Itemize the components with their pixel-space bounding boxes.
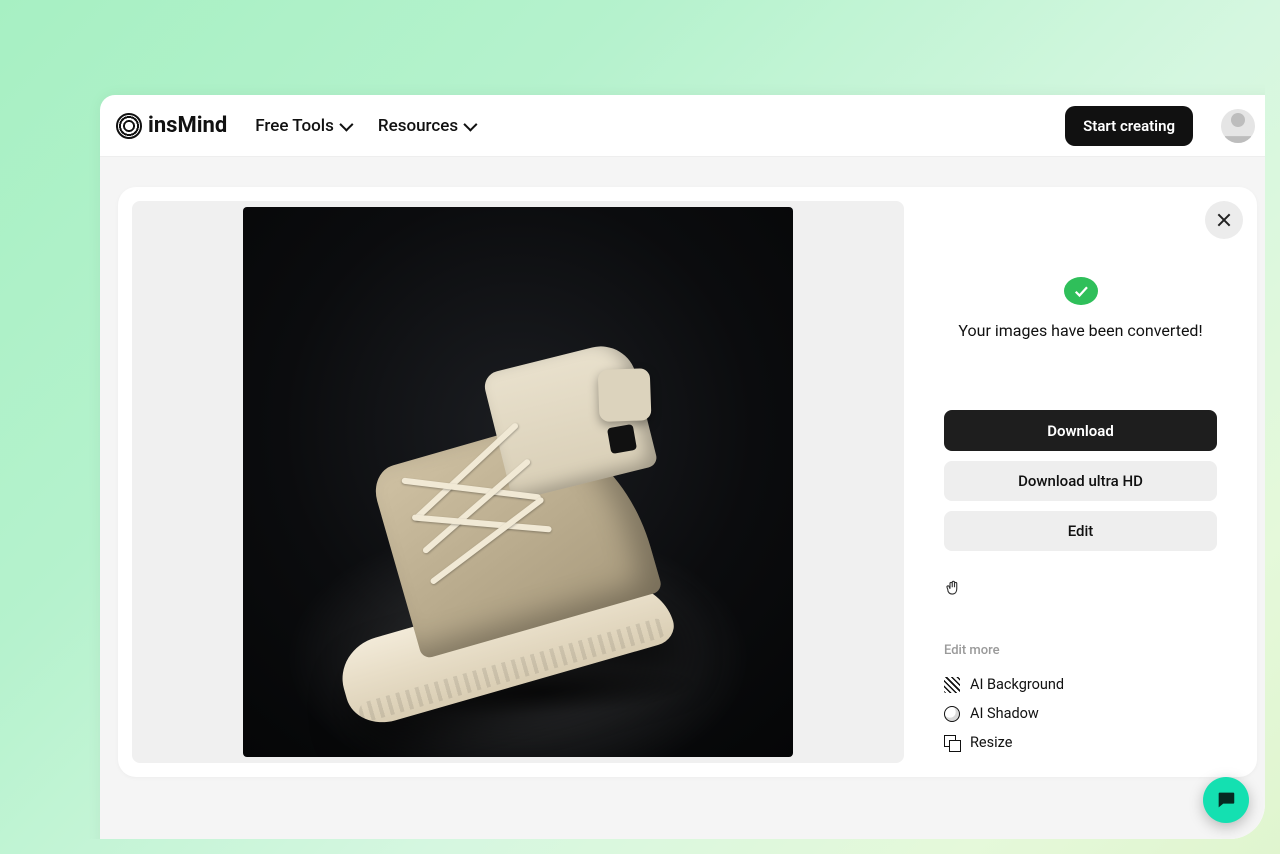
tool-ai-background[interactable]: AI Background — [944, 670, 1217, 699]
download-ultra-hd-button[interactable]: Download ultra HD — [944, 461, 1217, 501]
resize-icon — [944, 735, 960, 751]
close-button[interactable] — [1205, 201, 1243, 239]
header-bar: insMind Free Tools Resources Start creat… — [100, 95, 1265, 157]
status-message: Your images have been converted! — [944, 321, 1217, 340]
chat-icon — [1215, 789, 1237, 811]
edit-more-label: Edit more — [944, 643, 1217, 658]
workspace: Your images have been converted! Downloa… — [100, 157, 1265, 839]
result-panel: Your images have been converted! Downloa… — [904, 187, 1257, 777]
tool-resize[interactable]: Resize — [944, 728, 1217, 757]
nav-resources-label: Resources — [378, 116, 458, 136]
user-avatar[interactable] — [1221, 109, 1255, 143]
hand-icon — [944, 579, 962, 597]
success-check-icon — [1064, 277, 1098, 305]
chat-support-button[interactable] — [1203, 777, 1249, 823]
chevron-down-icon — [463, 117, 477, 131]
tool-ai-background-label: AI Background — [970, 676, 1064, 693]
tool-ai-shadow-label: AI Shadow — [970, 705, 1039, 722]
ai-background-icon — [944, 677, 960, 693]
pan-tool-button[interactable] — [944, 579, 1217, 601]
result-card: Your images have been converted! Downloa… — [118, 187, 1257, 777]
brand-logo[interactable]: insMind — [116, 113, 227, 139]
nav-free-tools[interactable]: Free Tools — [255, 116, 350, 136]
tool-ai-shadow[interactable]: AI Shadow — [944, 699, 1217, 728]
start-creating-button[interactable]: Start creating — [1065, 106, 1193, 146]
chevron-down-icon — [339, 117, 353, 131]
image-preview-area — [132, 201, 904, 763]
logo-icon — [116, 113, 142, 139]
close-icon — [1217, 213, 1231, 227]
nav-free-tools-label: Free Tools — [255, 116, 334, 136]
nav-resources[interactable]: Resources — [378, 116, 474, 136]
app-window: insMind Free Tools Resources Start creat… — [100, 95, 1265, 839]
ai-shadow-icon — [944, 706, 960, 722]
result-image[interactable] — [243, 207, 793, 757]
edit-button[interactable]: Edit — [944, 511, 1217, 551]
download-button[interactable]: Download — [944, 410, 1217, 450]
brand-name: insMind — [148, 113, 227, 138]
tool-resize-label: Resize — [970, 734, 1012, 751]
